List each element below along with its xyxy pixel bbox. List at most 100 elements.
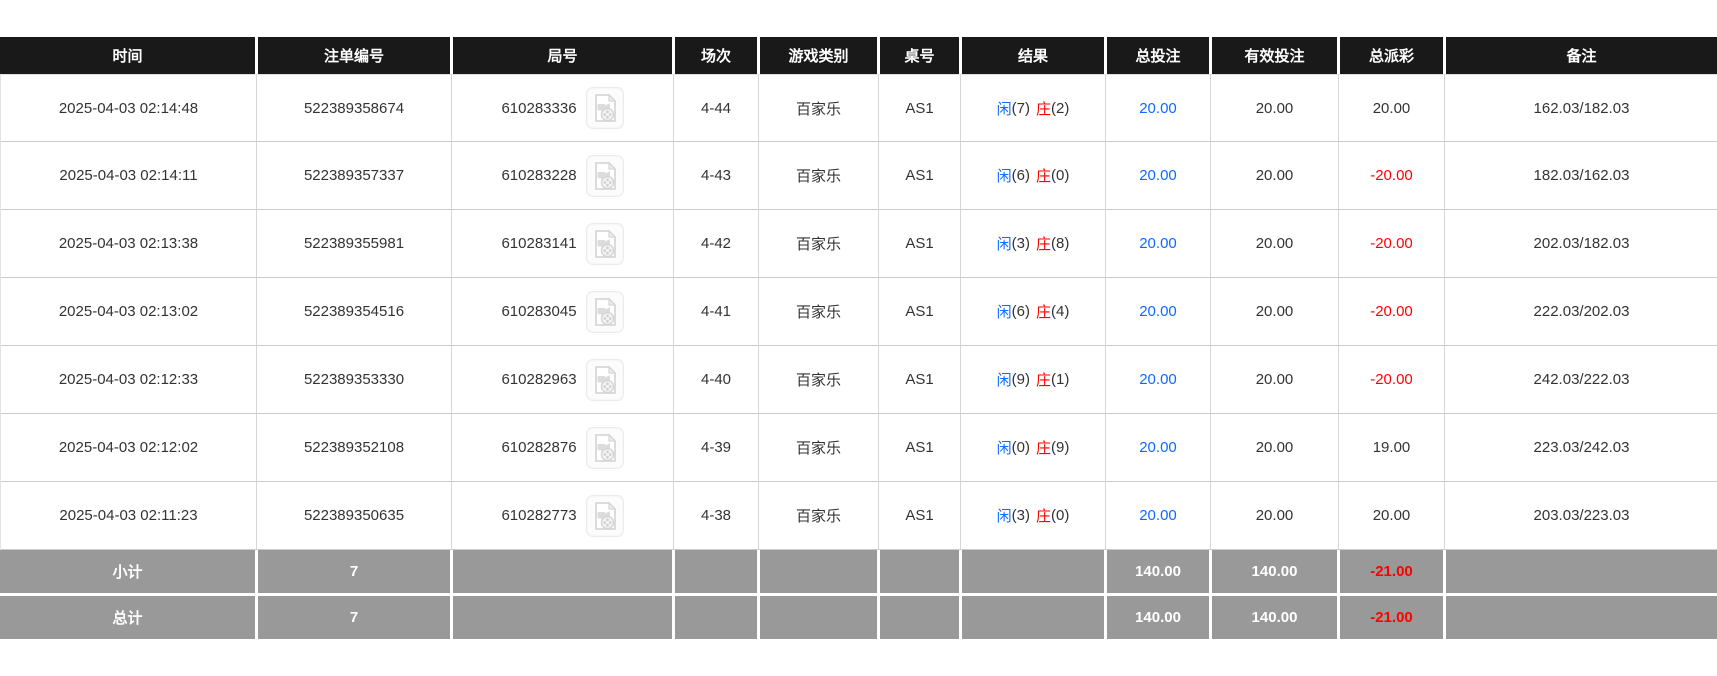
payout-value: -20.00 <box>1370 303 1413 320</box>
cell-round_id: 610283141 <box>451 210 673 277</box>
table-row: 2025-04-03 02:13:02522389354516610283045… <box>1 278 1717 346</box>
player-result-value: (0) <box>1012 439 1030 456</box>
bet-records-table: 时间注单编号局号场次游戏类别桌号结果总投注有效投注总派彩备注 2025-04-0… <box>0 37 1717 639</box>
grand-total-row-cell-valid_bet: 140.00 <box>1209 596 1337 639</box>
round-number: 610282773 <box>501 507 576 524</box>
banker-result-value: (4) <box>1051 303 1069 320</box>
cell-game_type: 百家乐 <box>758 75 878 141</box>
table-row: 2025-04-03 02:12:02522389352108610282876… <box>1 414 1717 482</box>
cell-result: 闲(3)庄(0) <box>960 482 1105 549</box>
subtotal-row-cell-table_id <box>877 550 959 593</box>
video-playback-glyph <box>593 433 617 463</box>
total-bet-link[interactable]: 20.00 <box>1139 303 1177 320</box>
video-icon[interactable] <box>586 291 624 333</box>
video-icon[interactable] <box>586 87 624 129</box>
cell-game_type: 百家乐 <box>758 142 878 209</box>
total-bet-link[interactable]: 20.00 <box>1139 100 1177 117</box>
total-bet-link[interactable]: 20.00 <box>1139 507 1177 524</box>
cell-total_bet: 20.00 <box>1105 210 1210 277</box>
player-result-label: 闲 <box>997 98 1012 119</box>
player-result-label: 闲 <box>997 369 1012 390</box>
cell-bet_id: 522389350635 <box>256 482 451 549</box>
subtotal-row-cell-bet_id: 7 <box>255 550 450 593</box>
table-row: 2025-04-03 02:14:11522389357337610283228… <box>1 142 1717 210</box>
video-icon[interactable] <box>586 223 624 265</box>
cell-payout: -20.00 <box>1338 278 1444 345</box>
column-header-payout: 总派彩 <box>1337 37 1443 74</box>
total-bet-link[interactable]: 20.00 <box>1139 235 1177 252</box>
subtotal-row-cell-remark <box>1443 550 1717 593</box>
round-number: 610283336 <box>501 100 576 117</box>
player-result-value: (3) <box>1012 235 1030 252</box>
cell-game_type: 百家乐 <box>758 414 878 481</box>
cell-round_id: 610282773 <box>451 482 673 549</box>
cell-table_id: AS1 <box>878 278 960 345</box>
cell-total_bet: 20.00 <box>1105 482 1210 549</box>
cell-session: 4-43 <box>673 142 758 209</box>
cell-time: 2025-04-03 02:13:38 <box>1 210 256 277</box>
subtotal-row-cell-session <box>672 550 757 593</box>
cell-total_bet: 20.00 <box>1105 142 1210 209</box>
total-bet-link[interactable]: 20.00 <box>1139 371 1177 388</box>
cell-payout: 20.00 <box>1338 482 1444 549</box>
video-playback-glyph <box>593 229 617 259</box>
grand-total-row-cell-result <box>959 596 1104 639</box>
player-result-value: (9) <box>1012 371 1030 388</box>
player-result-value: (6) <box>1012 167 1030 184</box>
cell-bet_id: 522389353330 <box>256 346 451 413</box>
table-row: 2025-04-03 02:12:33522389353330610282963… <box>1 346 1717 414</box>
grand-total-row-cell-time: 总计 <box>0 596 255 639</box>
cell-result: 闲(9)庄(1) <box>960 346 1105 413</box>
player-result-label: 闲 <box>997 233 1012 254</box>
cell-table_id: AS1 <box>878 75 960 141</box>
video-icon[interactable] <box>586 359 624 401</box>
banker-result-value: (8) <box>1051 235 1069 252</box>
column-header-bet_id: 注单编号 <box>255 37 450 74</box>
subtotal-row-cell-result <box>959 550 1104 593</box>
grand-total-row-cell-bet_id: 7 <box>255 596 450 639</box>
round-number: 610282963 <box>501 371 576 388</box>
video-playback-glyph <box>593 365 617 395</box>
grand-total-row-cell-table_id <box>877 596 959 639</box>
cell-time: 2025-04-03 02:11:23 <box>1 482 256 549</box>
cell-remark: 222.03/202.03 <box>1444 278 1717 345</box>
banker-result-value: (1) <box>1051 371 1069 388</box>
cell-result: 闲(7)庄(2) <box>960 75 1105 141</box>
video-icon[interactable] <box>586 155 624 197</box>
total-bet-link[interactable]: 20.00 <box>1139 167 1177 184</box>
total-bet-link[interactable]: 20.00 <box>1139 439 1177 456</box>
player-result-value: (3) <box>1012 507 1030 524</box>
cell-payout: 19.00 <box>1338 414 1444 481</box>
video-icon[interactable] <box>586 427 624 469</box>
payout-value: -20.00 <box>1370 167 1413 184</box>
subtotal-row: 小计7140.00140.00-21.00 <box>0 550 1717 593</box>
table-body: 2025-04-03 02:14:48522389358674610283336… <box>0 74 1717 550</box>
round-number: 610283141 <box>501 235 576 252</box>
column-header-session: 场次 <box>672 37 757 74</box>
cell-round_id: 610283228 <box>451 142 673 209</box>
cell-valid_bet: 20.00 <box>1210 278 1338 345</box>
column-header-table_id: 桌号 <box>877 37 959 74</box>
player-result-value: (7) <box>1012 100 1030 117</box>
player-result-label: 闲 <box>997 437 1012 458</box>
column-header-time: 时间 <box>0 37 255 74</box>
cell-valid_bet: 20.00 <box>1210 210 1338 277</box>
cell-result: 闲(6)庄(0) <box>960 142 1105 209</box>
banker-result-value: (0) <box>1051 507 1069 524</box>
subtotal-row-cell-round_id <box>450 550 672 593</box>
video-icon[interactable] <box>586 495 624 537</box>
cell-valid_bet: 20.00 <box>1210 482 1338 549</box>
banker-result-label: 庄 <box>1036 233 1051 254</box>
column-header-total_bet: 总投注 <box>1104 37 1209 74</box>
column-header-round_id: 局号 <box>450 37 672 74</box>
cell-table_id: AS1 <box>878 414 960 481</box>
banker-result-value: (9) <box>1051 439 1069 456</box>
column-header-result: 结果 <box>959 37 1104 74</box>
cell-time: 2025-04-03 02:13:02 <box>1 278 256 345</box>
cell-bet_id: 522389354516 <box>256 278 451 345</box>
cell-game_type: 百家乐 <box>758 346 878 413</box>
cell-remark: 242.03/222.03 <box>1444 346 1717 413</box>
table-summary: 小计7140.00140.00-21.00总计7140.00140.00-21.… <box>0 550 1717 639</box>
cell-bet_id: 522389352108 <box>256 414 451 481</box>
cell-result: 闲(0)庄(9) <box>960 414 1105 481</box>
